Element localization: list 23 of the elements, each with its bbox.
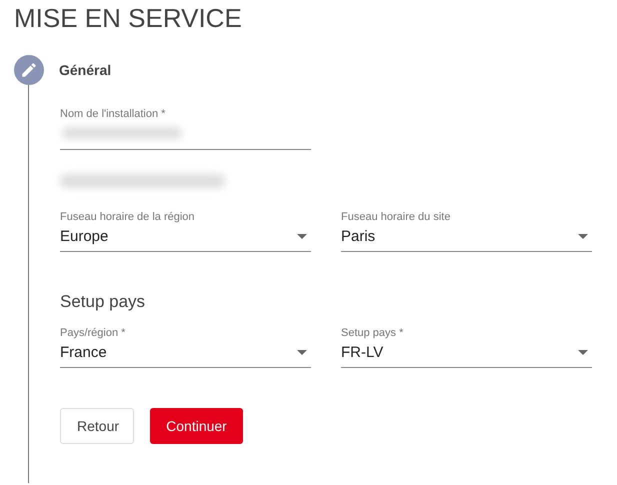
field-label: Nom de l'installation * bbox=[60, 107, 166, 121]
select-field[interactable]: Setup pays * FR-LV bbox=[341, 326, 592, 368]
field-label: Pays/région * bbox=[60, 326, 126, 340]
page-title: MISE EN SERVICE bbox=[14, 2, 243, 33]
dropdown-caret-icon[interactable] bbox=[297, 234, 307, 238]
field-label: Setup pays * bbox=[341, 326, 404, 340]
select-value: Europe bbox=[60, 228, 108, 244]
step-title: Général bbox=[59, 62, 112, 78]
back-button[interactable]: Retour bbox=[60, 408, 134, 444]
select-value: France bbox=[60, 344, 107, 360]
section-heading: Setup pays bbox=[60, 292, 146, 312]
select-value: FR-LV bbox=[341, 344, 384, 360]
dropdown-caret-icon[interactable] bbox=[578, 234, 588, 238]
field-label: Fuseau horaire du site bbox=[341, 210, 452, 224]
select-field[interactable]: Fuseau horaire du site Paris bbox=[341, 210, 592, 252]
field-label: Fuseau horaire de la région bbox=[60, 210, 196, 224]
select-field[interactable]: Pays/région * France bbox=[60, 326, 311, 368]
dropdown-caret-icon[interactable] bbox=[297, 350, 307, 354]
continue-button[interactable]: Continuer bbox=[150, 408, 243, 444]
select-value: Paris bbox=[341, 228, 376, 244]
name-input-field[interactable]: Nom de l'installation * bbox=[60, 107, 311, 150]
dropdown-caret-icon[interactable] bbox=[578, 350, 588, 354]
select-field[interactable]: Fuseau horaire de la région Europe bbox=[60, 210, 311, 252]
